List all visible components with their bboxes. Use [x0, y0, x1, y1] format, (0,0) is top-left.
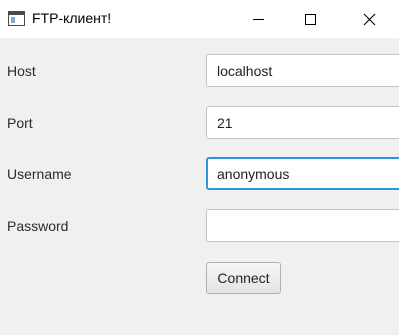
close-button[interactable] [345, 0, 393, 38]
title-bar: FTP-клиент! [0, 0, 399, 38]
app-icon [8, 11, 25, 26]
port-label: Port [7, 115, 33, 131]
maximize-icon [304, 13, 316, 25]
username-input[interactable] [206, 157, 399, 190]
connect-button[interactable]: Connect [206, 262, 281, 294]
minimize-button[interactable] [234, 0, 282, 38]
close-icon [363, 13, 375, 25]
username-label: Username [7, 166, 72, 182]
host-input[interactable] [206, 54, 399, 87]
password-row: Password [0, 209, 399, 243]
port-row: Port [0, 106, 399, 140]
host-label: Host [7, 63, 36, 79]
window-title: FTP-клиент! [32, 10, 112, 26]
username-row: Username [0, 157, 399, 191]
port-input[interactable] [206, 106, 399, 139]
password-label: Password [7, 218, 69, 234]
minimize-icon [252, 18, 264, 20]
maximize-button[interactable] [286, 0, 334, 38]
host-row: Host [0, 54, 399, 88]
password-input[interactable] [206, 209, 399, 242]
